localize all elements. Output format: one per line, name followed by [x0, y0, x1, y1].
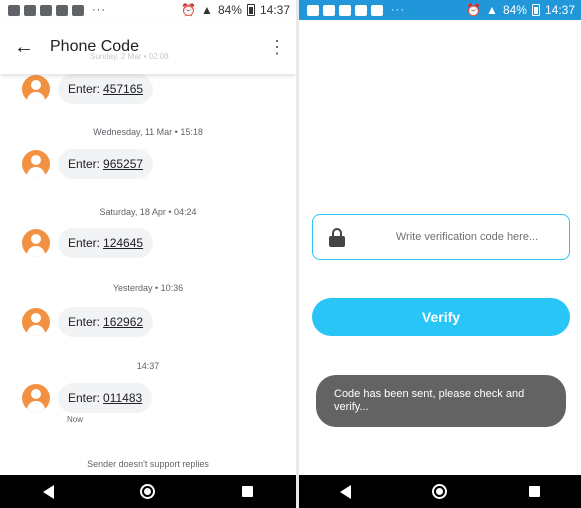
overflow-dots: ···: [92, 4, 106, 16]
more-vert-icon[interactable]: ⋮: [268, 37, 286, 58]
date-separator: 14:37: [136, 361, 160, 371]
back-arrow-icon[interactable]: ←: [4, 36, 44, 59]
navigation-bar: [299, 475, 581, 508]
verification-code-field[interactable]: [312, 214, 570, 260]
notification-icons: [0, 4, 84, 16]
app-bar: ← Phone Code ⋮: [0, 20, 296, 74]
verification-screen: ··· ⏰ ▲ 84% 14:37 Verify Code has been s…: [299, 0, 581, 508]
nav-home-icon[interactable]: [432, 484, 448, 499]
battery-icon: [246, 4, 255, 16]
alarm-icon: ⏰: [466, 3, 482, 17]
verify-button[interactable]: Verify: [312, 298, 570, 336]
signal-icon: ▲: [201, 3, 213, 17]
message-code-link[interactable]: 162962: [103, 315, 143, 329]
battery-percent: 84%: [217, 3, 242, 17]
contact-avatar-icon: [22, 150, 50, 178]
nav-recents-icon[interactable]: [529, 486, 541, 497]
lock-icon: [329, 227, 345, 247]
message-prefix: Enter:: [68, 315, 101, 329]
message-bubble[interactable]: Enter: 965257: [58, 149, 154, 179]
system-status: ⏰ ▲ 84% 14:37: [466, 3, 581, 17]
nav-back-icon[interactable]: [43, 484, 55, 499]
overflow-dots: ···: [391, 4, 405, 16]
message-prefix: Enter:: [68, 391, 101, 405]
notification-icons: [299, 4, 383, 16]
battery-icon: [531, 4, 540, 16]
message-code-link[interactable]: 965257: [103, 157, 143, 171]
message-row[interactable]: Enter: 457165: [22, 74, 154, 104]
message-row[interactable]: Enter: 011483: [22, 383, 153, 413]
message-row[interactable]: Enter: 162962: [22, 307, 154, 337]
date-separator: Wednesday, 11 Mar • 15:18: [93, 127, 203, 137]
message-row[interactable]: Enter: 124645: [22, 228, 154, 258]
message-bubble[interactable]: Enter: 011483: [58, 383, 153, 413]
message-row[interactable]: Enter: 965257: [22, 149, 154, 179]
messages-screen: ··· ⏰ ▲ 84% 14:37 ← Phone Code ⋮ Sunday,…: [0, 0, 296, 508]
status-bar: ··· ⏰ ▲ 84% 14:37: [299, 0, 581, 20]
scrolled-date: Sunday, 2 Mar • 02:08: [90, 52, 169, 61]
alarm-icon: ⏰: [181, 3, 197, 17]
message-prefix: Enter:: [68, 82, 101, 96]
clock: 14:37: [544, 3, 575, 17]
battery-percent: 84%: [502, 3, 527, 17]
verification-code-input[interactable]: [367, 231, 567, 243]
contact-avatar-icon: [22, 308, 50, 336]
message-bubble[interactable]: Enter: 162962: [58, 307, 154, 337]
reply-unsupported-note: Sender doesn't support replies: [87, 459, 209, 469]
message-code-link[interactable]: 124645: [103, 236, 143, 250]
message-prefix: Enter:: [68, 236, 101, 250]
contact-avatar-icon: [22, 75, 50, 103]
signal-icon: ▲: [486, 3, 498, 17]
contact-avatar-icon: [22, 384, 50, 412]
nav-recents-icon[interactable]: [241, 486, 253, 497]
nav-back-icon[interactable]: [339, 484, 351, 499]
contact-avatar-icon: [22, 229, 50, 257]
message-code-link[interactable]: 457165: [103, 82, 143, 96]
message-prefix: Enter:: [68, 157, 101, 171]
message-bubble[interactable]: Enter: 457165: [58, 74, 154, 104]
message-code-link[interactable]: 011483: [103, 391, 142, 405]
clock: 14:37: [259, 3, 290, 17]
status-bar: ··· ⏰ ▲ 84% 14:37: [0, 0, 296, 20]
date-separator: Yesterday • 10:36: [112, 283, 184, 293]
navigation-bar: [0, 475, 296, 508]
date-separator: Saturday, 18 Apr • 04:24: [99, 207, 197, 217]
message-timestamp: Now: [67, 415, 84, 424]
toast-message: Code has been sent, please check and ver…: [316, 375, 566, 427]
system-status: ⏰ ▲ 84% 14:37: [181, 3, 296, 17]
nav-home-icon[interactable]: [140, 484, 156, 499]
message-bubble[interactable]: Enter: 124645: [58, 228, 154, 258]
